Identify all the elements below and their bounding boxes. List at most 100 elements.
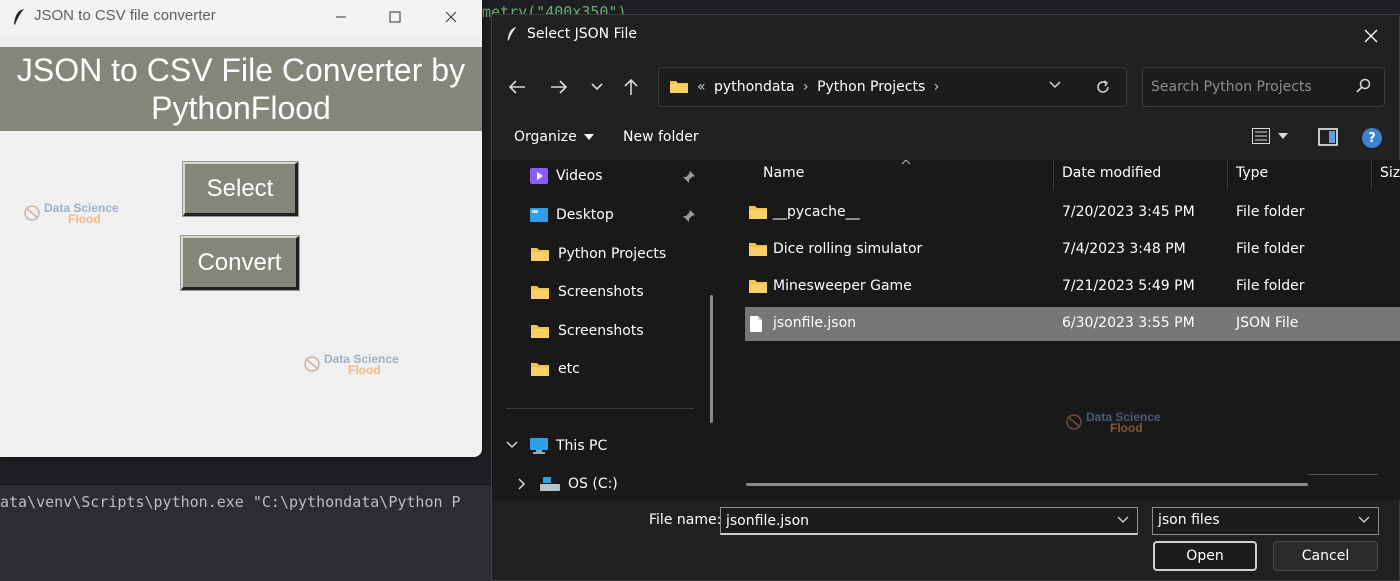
file-date: 7/4/2023 3:48 PM (1062, 241, 1186, 257)
horizontal-scrollbar[interactable] (746, 483, 1308, 486)
column-divider[interactable] (1053, 160, 1054, 190)
arrow-left-icon (508, 80, 525, 94)
file-name-combobox[interactable] (720, 507, 1138, 535)
file-dialog: Select JSON File « pythondata › Python P… (491, 14, 1400, 581)
search-icon[interactable] (1355, 78, 1371, 94)
nav-item-label: Desktop (556, 207, 614, 223)
close-icon (445, 11, 457, 23)
file-icon (750, 316, 762, 332)
nav-item-screenshots[interactable]: Screenshots (530, 317, 644, 345)
feather-icon (14, 9, 24, 25)
terminal-panel: ata\venv\Scripts\python.exe "C:\pythonda… (0, 486, 500, 581)
nav-item-screenshots[interactable]: Screenshots (530, 278, 644, 306)
watermark-logo-icon (24, 205, 40, 221)
app-window-title: JSON to CSV file converter (34, 7, 216, 24)
column-name[interactable]: Name (763, 165, 804, 181)
pin-icon[interactable] (682, 209, 696, 223)
pin-icon[interactable] (682, 170, 696, 184)
folder-icon (749, 280, 767, 293)
forward-button[interactable] (548, 76, 570, 98)
breadcrumb-item-pythondata[interactable]: pythondata (714, 79, 795, 95)
folder-icon (749, 243, 767, 256)
watermark-line: Flood (68, 212, 101, 226)
chevron-right-icon[interactable] (518, 478, 526, 490)
nav-item-label: This PC (556, 438, 608, 454)
breadcrumb-chevron-icon: › (933, 79, 940, 95)
nav-scrollbar[interactable] (710, 295, 713, 423)
preview-pane-icon[interactable] (1318, 128, 1338, 146)
help-icon[interactable]: ? (1362, 128, 1382, 148)
column-date-modified[interactable]: Date modified (1062, 165, 1161, 181)
chevron-down-icon (591, 83, 603, 91)
column-type[interactable]: Type (1236, 165, 1268, 181)
search-input[interactable] (1151, 76, 1351, 98)
breadcrumb-overflow[interactable]: « (697, 79, 706, 95)
file-name: Dice rolling simulator (773, 241, 923, 257)
nav-item-label: Videos (556, 168, 603, 184)
convert-button[interactable]: Convert (180, 235, 300, 291)
computer-icon (530, 438, 548, 454)
new-folder-button[interactable]: New folder (623, 129, 699, 145)
maximize-icon (389, 11, 401, 23)
nav-item-videos[interactable]: Videos (530, 162, 603, 190)
navigation-bar: « pythondata › Python Projects › (492, 55, 1399, 115)
folder-icon (531, 248, 549, 261)
dialog-titlebar: Select JSON File (492, 15, 1399, 55)
search-box[interactable] (1142, 67, 1385, 107)
file-name: jsonfile.json (773, 315, 857, 331)
nav-item-this-pc[interactable]: This PC (530, 432, 607, 460)
nav-item-os-drive[interactable]: OS (C:) (540, 470, 618, 498)
scrollbar-track (1308, 474, 1378, 475)
address-bar[interactable]: « pythondata › Python Projects › (658, 67, 1127, 107)
banner-line: PythonFlood (151, 90, 331, 126)
file-row[interactable]: Minesweeper Game 7/21/2023 5:49 PM File … (745, 270, 1400, 304)
up-button[interactable] (620, 76, 642, 98)
nav-item-python-projects[interactable]: Python Projects (530, 240, 666, 268)
close-button[interactable] (424, 0, 478, 34)
file-row[interactable]: Dice rolling simulator 7/4/2023 3:48 PM … (745, 233, 1400, 267)
select-button[interactable]: Select (182, 161, 299, 217)
navigation-pane: Videos Desktop Python Projects Screensho… (492, 160, 714, 500)
change-view-button[interactable] (1252, 128, 1288, 144)
chevron-down-icon[interactable] (506, 441, 518, 449)
cancel-button[interactable]: Cancel (1273, 541, 1378, 571)
column-size[interactable]: Siz (1380, 165, 1400, 181)
organize-menu[interactable]: Organize (514, 129, 594, 145)
column-divider[interactable] (1227, 160, 1228, 190)
chevron-down-icon[interactable] (1048, 80, 1062, 90)
sort-ascending-icon (901, 160, 911, 165)
file-type-value: json files (1158, 512, 1220, 528)
file-type-select[interactable]: json files (1152, 507, 1379, 535)
file-name-input[interactable] (726, 511, 1106, 531)
watermark-line: Flood (348, 363, 381, 377)
videos-icon (530, 168, 548, 184)
file-name: __pycache__ (773, 204, 860, 220)
drive-icon (540, 477, 560, 491)
file-row-selected[interactable]: jsonfile.json 6/30/2023 3:55 PM JSON Fil… (745, 307, 1400, 341)
file-type: JSON File (1236, 315, 1299, 331)
nav-item-label: Python Projects (558, 246, 667, 262)
watermark-logo-icon (1066, 414, 1082, 430)
nav-item-desktop[interactable]: Desktop (530, 201, 614, 229)
breadcrumb-item-python-projects[interactable]: Python Projects (817, 79, 925, 95)
nav-item-label: Screenshots (558, 284, 644, 300)
nav-item-etc[interactable]: etc (530, 355, 580, 383)
folder-icon (531, 325, 549, 338)
back-button[interactable] (506, 76, 528, 98)
recent-locations-button[interactable] (586, 76, 608, 98)
open-button[interactable]: Open (1153, 541, 1257, 571)
minimize-button[interactable] (314, 0, 368, 34)
folder-icon (531, 286, 549, 299)
file-row[interactable]: __pycache__ 7/20/2023 3:45 PM File folde… (745, 196, 1400, 230)
refresh-icon[interactable] (1095, 79, 1111, 95)
dialog-close-button[interactable] (1358, 23, 1384, 49)
column-header-row: Name Date modified Type Siz (724, 160, 1400, 190)
chevron-down-icon[interactable] (1117, 516, 1129, 524)
column-divider[interactable] (1371, 160, 1372, 190)
folder-icon (531, 363, 549, 376)
folder-icon (670, 81, 688, 93)
folder-icon (749, 206, 767, 219)
app-banner: JSON to CSV File Converter by PythonFloo… (0, 47, 482, 131)
maximize-button[interactable] (368, 0, 422, 34)
file-name: Minesweeper Game (773, 278, 912, 294)
